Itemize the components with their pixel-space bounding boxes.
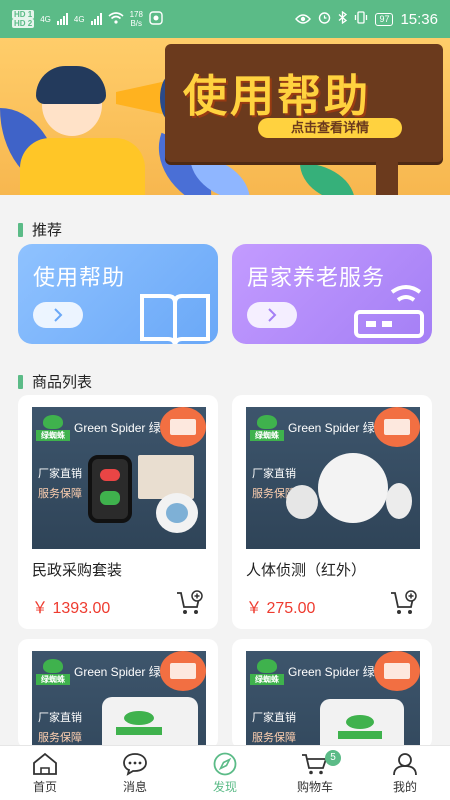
product-name: 人体侦测（红外） <box>246 562 367 579</box>
box-illustration <box>138 455 194 499</box>
product-image: 绿蜘蛛 Green Spider 绿 厂家直销 服务保障 <box>246 407 420 549</box>
recommend-section-title: 推荐 <box>18 219 62 240</box>
eye-icon <box>295 11 312 27</box>
signboard-post <box>376 158 398 195</box>
brand-text: Green Spider 绿 <box>288 665 375 679</box>
nav-item-discover[interactable]: 发现 <box>180 746 270 800</box>
alarm-icon <box>318 11 331 27</box>
recommend-card-label: 使用帮助 <box>33 265 126 290</box>
leaf-decoration <box>300 163 355 195</box>
brand-text: Green Spider 绿 <box>74 665 161 679</box>
coupon-badge-icon <box>160 651 206 691</box>
nav-label: 发现 <box>212 780 237 794</box>
product-name: 民政采购套装 <box>32 562 123 579</box>
image-tag: 厂家直销 <box>252 468 296 480</box>
image-tag: 厂家直销 <box>38 712 82 724</box>
sim2-label: HD 2 <box>12 19 35 28</box>
product-image: 绿蜘蛛 Green Spider 绿 厂家直销 服务保障 <box>246 651 420 749</box>
compass-icon <box>213 752 237 776</box>
nav-item-messages[interactable]: 消息 <box>90 746 180 800</box>
brand-logo: 绿蜘蛛 <box>250 657 284 687</box>
button-device-illustration <box>156 493 198 533</box>
user-icon <box>393 753 417 776</box>
image-tag: 厂家直销 <box>252 712 296 724</box>
section-marker <box>18 222 23 237</box>
signal-icon-2 <box>90 13 102 25</box>
recommend-card-home-care[interactable]: 居家养老服务 <box>232 244 432 344</box>
coupon-badge-icon <box>374 407 420 447</box>
nav-item-profile[interactable]: 我的 <box>360 746 450 800</box>
character-illustration <box>20 138 145 195</box>
sensor-illustration <box>386 483 412 519</box>
section-marker <box>18 374 23 389</box>
product-image: 绿蜘蛛 Green Spider 绿 厂家直销 服务保障 <box>32 651 206 749</box>
add-to-cart-icon[interactable] <box>176 590 204 616</box>
cart-count-badge: 5 <box>325 750 341 766</box>
help-banner[interactable]: 使用帮助 点击查看详情 <box>0 38 450 195</box>
device-illustration <box>320 699 404 749</box>
device-illustration <box>102 697 198 749</box>
brand-text: Green Spider 绿 <box>288 421 375 435</box>
sensor-illustration <box>286 485 318 519</box>
network-type: 4G <box>40 14 51 24</box>
router-icon <box>354 285 424 338</box>
bluetooth-icon <box>338 10 348 27</box>
sim1-label: HD 1 <box>12 10 35 19</box>
nav-item-home[interactable]: 首页 <box>0 746 90 800</box>
brand-logo: 绿蜘蛛 <box>250 413 284 443</box>
recommend-card-arrow-button[interactable] <box>33 302 83 328</box>
sim-indicator: HD 1 HD 2 <box>12 10 35 28</box>
recommend-card-arrow-button[interactable] <box>247 302 297 328</box>
product-list-section-title: 商品列表 <box>18 371 92 392</box>
product-card[interactable]: 绿蜘蛛 Green Spider 绿 厂家直销 服务保障 <box>18 639 218 749</box>
wifi-icon <box>108 11 124 27</box>
signal-icon <box>56 13 68 25</box>
image-tag: 厂家直销 <box>38 468 82 480</box>
brand-text: Green Spider 绿 <box>74 421 161 435</box>
clock: 15:36 <box>400 10 438 28</box>
app-notification-icon <box>149 10 163 28</box>
banner-title: 使用帮助 <box>183 72 371 121</box>
image-tag: 服务保障 <box>252 732 296 744</box>
book-icon <box>140 294 210 344</box>
vibrate-icon <box>354 11 368 27</box>
recommend-title-text: 推荐 <box>32 222 63 239</box>
product-image: 绿蜘蛛 Green Spider 绿 厂家直销 服务保障 <box>32 407 206 549</box>
home-icon <box>33 752 57 775</box>
chevron-right-icon <box>54 308 63 322</box>
message-icon <box>123 753 147 776</box>
product-card[interactable]: 绿蜘蛛 Green Spider 绿 厂家直销 服务保障 人体侦测（红外） ￥ … <box>232 395 432 629</box>
product-card[interactable]: 绿蜘蛛 Green Spider 绿 厂家直销 服务保障 民政采购套装 ￥ 13… <box>18 395 218 629</box>
chevron-right-icon <box>268 308 277 322</box>
brand-logo: 绿蜘蛛 <box>36 657 70 687</box>
battery-icon: 97 <box>375 12 394 26</box>
network-type-2: 4G <box>73 14 85 24</box>
coupon-badge-icon <box>160 407 206 447</box>
banner-view-details-button[interactable]: 点击查看详情 <box>258 118 402 138</box>
product-price: ￥ 275.00 <box>246 600 316 617</box>
product-price: ￥ 1393.00 <box>32 600 111 617</box>
sensor-illustration <box>318 453 388 523</box>
nav-label: 我的 <box>392 780 417 794</box>
net-speed-value: 178 <box>129 10 143 19</box>
nav-item-cart[interactable]: 5 购物车 <box>270 746 360 800</box>
status-bar: HD 1 HD 2 4G 4G 178 B/s 97 15:36 <box>0 0 450 38</box>
net-speed-unit: B/s <box>130 19 143 28</box>
nav-label: 消息 <box>122 780 147 794</box>
brand-logo: 绿蜘蛛 <box>36 413 70 443</box>
image-tag: 服务保障 <box>38 488 82 500</box>
product-list-title-text: 商品列表 <box>32 374 93 391</box>
recommend-card-help[interactable]: 使用帮助 <box>18 244 218 344</box>
coupon-badge-icon <box>374 651 420 691</box>
bottom-nav: 首页 消息 发现 5 购物车 我的 <box>0 745 450 800</box>
image-tag: 服务保障 <box>38 732 82 744</box>
add-to-cart-icon[interactable] <box>390 590 418 616</box>
smartwatch-illustration <box>88 455 132 523</box>
product-card[interactable]: 绿蜘蛛 Green Spider 绿 厂家直销 服务保障 <box>232 639 432 749</box>
nav-label: 购物车 <box>296 780 333 794</box>
net-speed: 178 B/s <box>130 10 143 28</box>
nav-label: 首页 <box>32 780 57 794</box>
character-hair <box>36 66 106 104</box>
